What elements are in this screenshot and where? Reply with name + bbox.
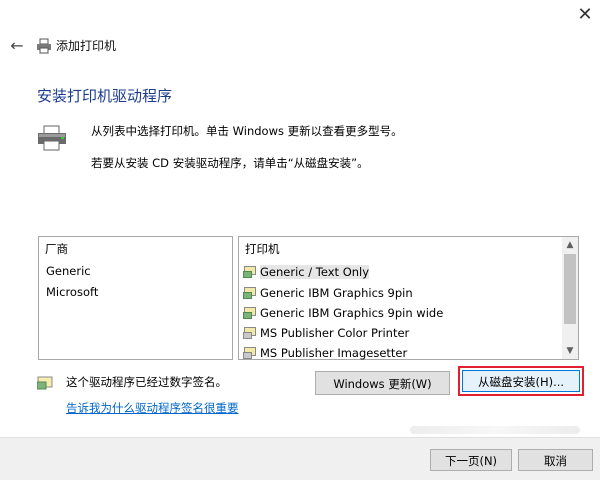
printer-item-label: Generic / Text Only <box>260 264 370 279</box>
back-arrow-icon[interactable]: ← <box>8 37 26 55</box>
scroll-up-icon[interactable]: ▲ <box>562 237 578 253</box>
description-line-2: 若要从安装 CD 安装驱动程序，请单击“从磁盘安装”。 <box>91 156 369 170</box>
printer-item-label: Generic IBM Graphics 9pin <box>260 285 413 300</box>
manufacturer-list-header: 厂商 <box>45 242 68 256</box>
printer-item[interactable]: MS Publisher Color Printer <box>243 323 409 342</box>
printer-large-icon <box>38 125 66 151</box>
printer-item[interactable]: Generic IBM Graphics 9pin <box>243 283 413 302</box>
close-icon[interactable]: ✕ <box>574 4 596 26</box>
printer-item-label: Generic IBM Graphics 9pin wide <box>260 305 444 320</box>
printer-green-icon <box>243 286 257 299</box>
printer-list-scrollbar[interactable]: ▲ ▼ <box>562 237 578 359</box>
scroll-thumb[interactable] <box>564 254 576 324</box>
watermark <box>410 426 580 434</box>
printer-green-icon <box>243 265 257 278</box>
signing-info-link[interactable]: 告诉我为什么驱动程序签名很重要 <box>66 400 239 416</box>
printer-list-header: 打印机 <box>245 242 280 256</box>
printer-item-label: MS Publisher Imagesetter <box>260 345 408 360</box>
printer-icon <box>37 38 51 54</box>
printer-list[interactable]: 打印机 Generic / Text Only Generic IBM Grap… <box>238 236 579 360</box>
windows-update-button[interactable]: Windows 更新(W) <box>315 371 450 395</box>
window-title: 添加打印机 <box>56 39 117 53</box>
printer-item[interactable]: MS Publisher Imagesetter <box>243 343 407 362</box>
certificate-icon <box>37 376 53 390</box>
printer-gray-icon <box>243 346 257 359</box>
cancel-button[interactable]: 取消 <box>518 449 593 471</box>
printer-item[interactable]: Generic / Text Only <box>243 262 370 281</box>
printer-green-icon <box>243 306 257 319</box>
next-button[interactable]: 下一页(N) <box>430 449 512 471</box>
signed-driver-text: 这个驱动程序已经过数字签名。 <box>66 375 227 389</box>
printer-item[interactable]: Generic IBM Graphics 9pin wide <box>243 303 443 322</box>
page-title: 安装打印机驱动程序 <box>37 87 173 105</box>
printer-item-label: MS Publisher Color Printer <box>260 325 410 340</box>
printer-gray-icon <box>243 326 257 339</box>
manufacturer-item-generic[interactable]: Generic <box>46 263 91 279</box>
description-line-1: 从列表中选择打印机。单击 Windows 更新以查看更多型号。 <box>91 124 403 138</box>
manufacturer-list[interactable]: 厂商 Generic Microsoft <box>38 236 233 360</box>
scroll-down-icon[interactable]: ▼ <box>562 343 578 359</box>
have-disk-button[interactable]: 从磁盘安装(H)... <box>462 370 580 392</box>
manufacturer-item-microsoft[interactable]: Microsoft <box>46 284 98 300</box>
